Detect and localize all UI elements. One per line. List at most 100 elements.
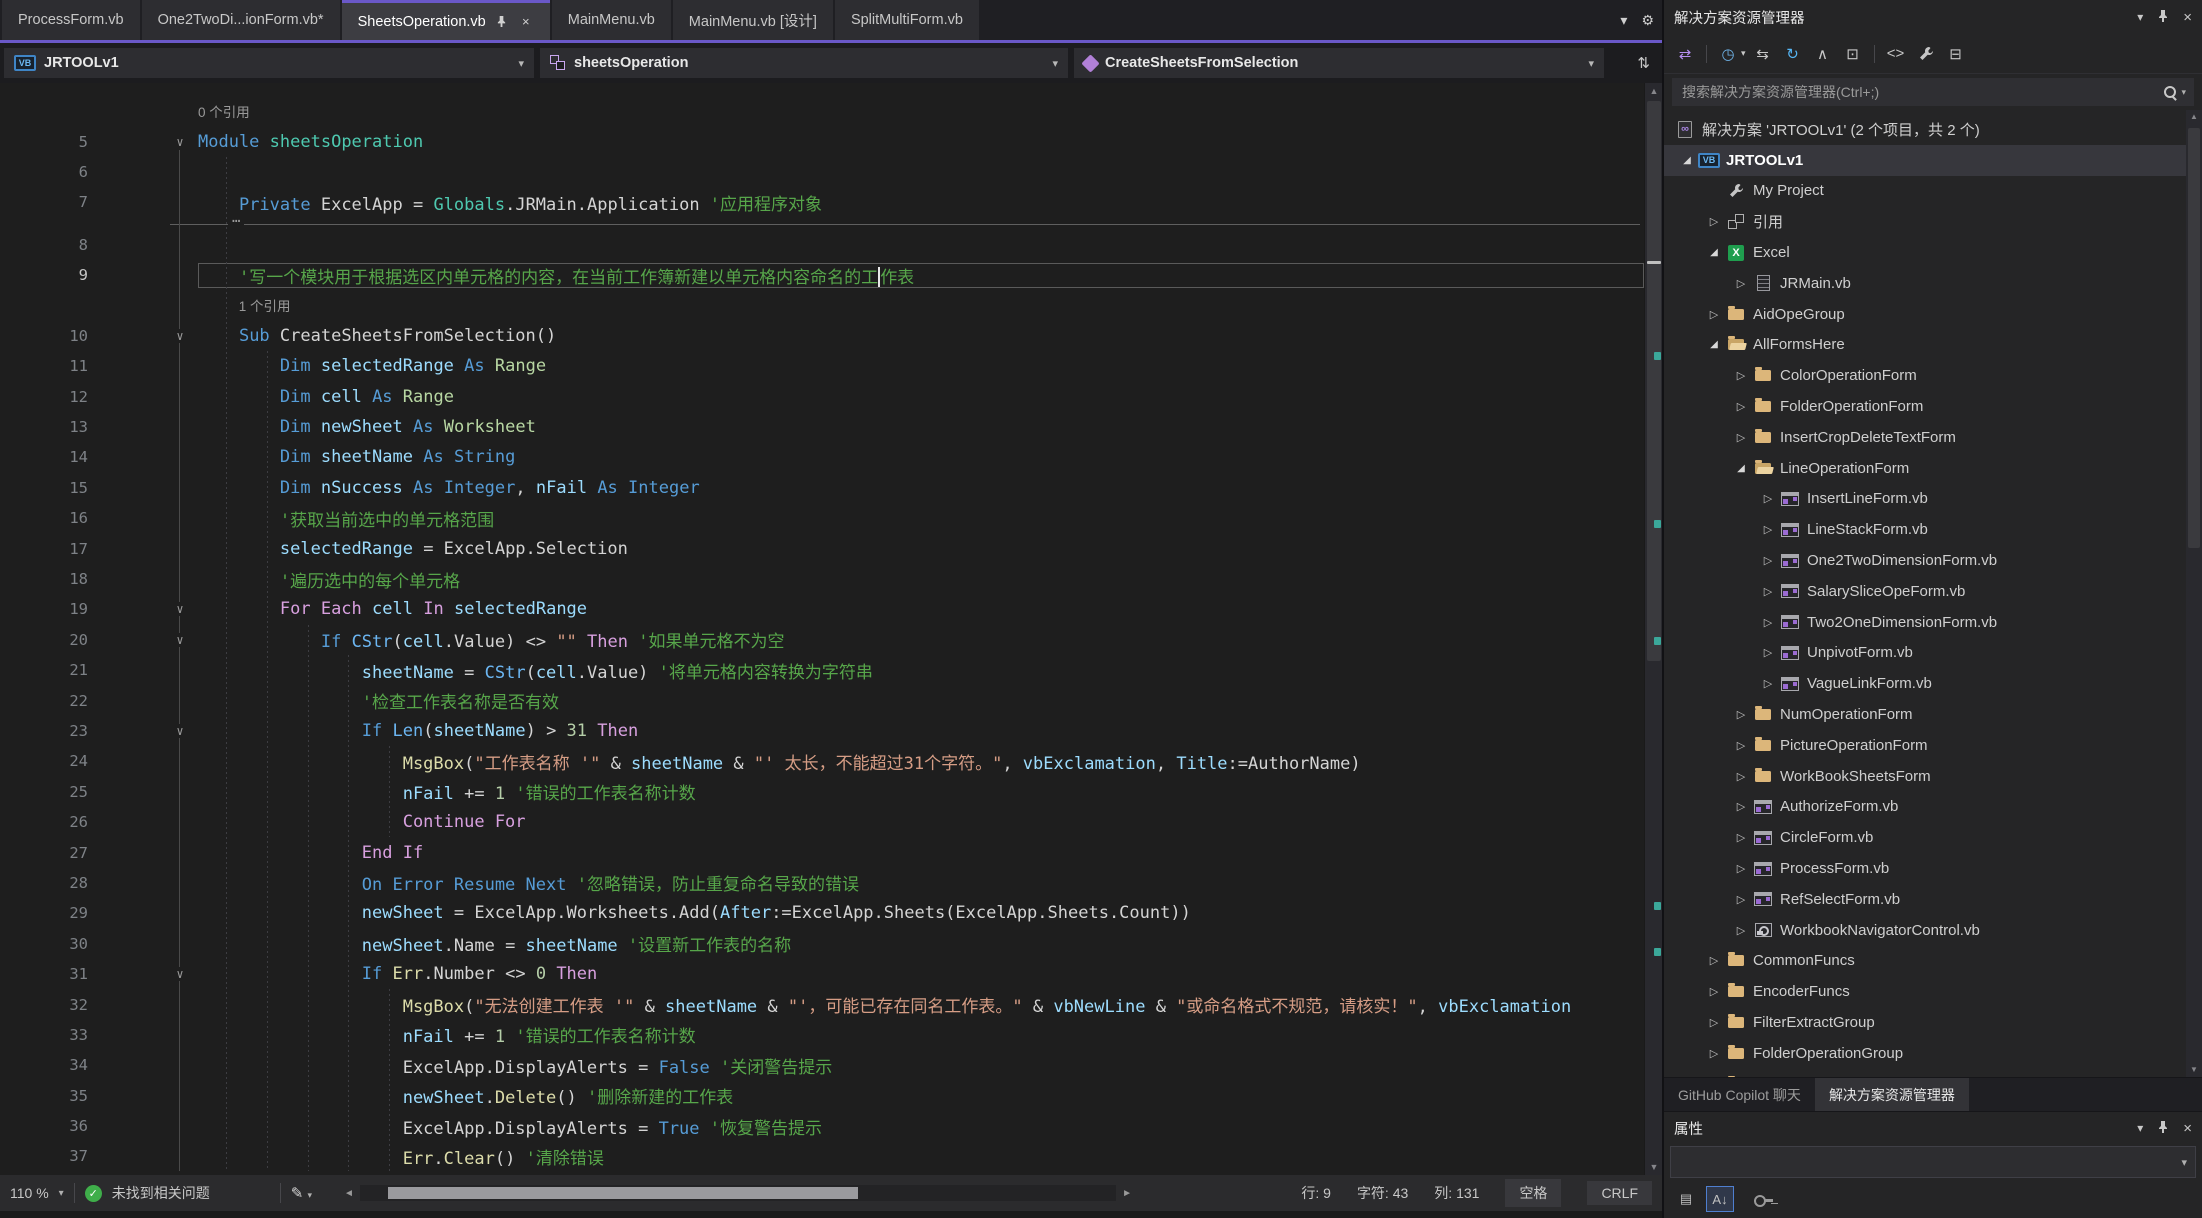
properties-object-combobox[interactable]: ▾ [1670, 1146, 2196, 1178]
document-tab[interactable]: One2TwoDi...ionForm.vb* [142, 0, 340, 40]
code-line[interactable]: 22 '检查工作表名称是否有效 [0, 685, 1644, 715]
tree-item-workbooksheetsform[interactable]: ▷WorkBookSheetsForm [1664, 761, 2202, 792]
code-editor[interactable]: 40 个引用5∨Module sheetsOperation67 Private… [0, 83, 1662, 1175]
fold-chevron-icon[interactable]: ∨ [174, 967, 185, 981]
document-tab[interactable]: MainMenu.vb [设计] [673, 0, 833, 40]
tree-item-circleform-vb[interactable]: ▷CircleForm.vb [1664, 822, 2202, 853]
tree-item-my-project[interactable]: My Project [1664, 176, 2202, 207]
tool-window-tab[interactable]: GitHub Copilot 聊天 [1664, 1078, 1815, 1111]
code-line[interactable]: 10∨ Sub CreateSheetsFromSelection() [0, 321, 1644, 351]
tree-item-unpivotform-vb[interactable]: ▷UnpivotForm.vb [1664, 638, 2202, 669]
code-line[interactable]: 31∨ If Err.Number <> 0 Then [0, 959, 1644, 989]
collapse-arrow-icon[interactable]: ◢ [1676, 155, 1698, 166]
close-icon[interactable]: × [2183, 9, 2192, 26]
code-line[interactable]: 27 End If [0, 837, 1644, 867]
scroll-up-arrow-icon[interactable]: ▲ [2186, 110, 2202, 124]
expand-arrow-icon[interactable]: ▷ [1757, 677, 1779, 690]
tree-item-authorizeform-vb[interactable]: ▷AuthorizeForm.vb [1664, 792, 2202, 823]
copilot-pen-icon[interactable]: ✎ ▾ [291, 1184, 312, 1202]
wrench-icon[interactable] [1913, 42, 1939, 66]
pin-icon[interactable] [2157, 1120, 2169, 1137]
expand-arrow-icon[interactable]: ▷ [1757, 616, 1779, 629]
scroll-down-arrow-icon[interactable]: ▼ [1645, 1159, 1662, 1175]
code-line[interactable]: 26 Continue For [0, 807, 1644, 837]
tree-item-folderoperationgroup[interactable]: ▷FolderOperationGroup [1664, 1038, 2202, 1069]
code-line[interactable]: 11 Dim selectedRange As Range [0, 351, 1644, 381]
scrollbar-thumb[interactable] [2188, 128, 2200, 548]
code-line[interactable]: 32 MsgBox("无法创建工作表 '" & sheetName & "'，可… [0, 989, 1644, 1019]
zoom-level-dropdown[interactable]: 110 % ▾ [10, 1185, 64, 1201]
scrollbar-thumb[interactable] [388, 1187, 858, 1199]
code-line[interactable]: 34 ExcelApp.DisplayAlerts = False '关闭警告提… [0, 1050, 1644, 1080]
codelens-row[interactable]: 0 个引用 [0, 96, 1644, 126]
expand-arrow-icon[interactable]: ▷ [1757, 523, 1779, 536]
expand-arrow-icon[interactable]: ▷ [1730, 831, 1752, 844]
tree-item-vaguelinkform-vb[interactable]: ▷VagueLinkForm.vb [1664, 668, 2202, 699]
expand-arrow-icon[interactable]: ▷ [1730, 924, 1752, 937]
expand-arrow-icon[interactable]: ▷ [1757, 492, 1779, 505]
code-line[interactable]: 9 '写一个模块用于根据选区内单元格的内容，在当前工作簿新建以单元格内容命名的工… [0, 260, 1644, 290]
tree-item-two2onedimensionform-vb[interactable]: ▷Two2OneDimensionForm.vb [1664, 607, 2202, 638]
tree-item-filterextractgroup[interactable]: ▷FilterExtractGroup [1664, 1007, 2202, 1038]
alphabetical-sort-button[interactable]: A↓ [1706, 1186, 1734, 1212]
fold-chevron-icon[interactable]: ∨ [174, 724, 185, 738]
tree-item-allformshere[interactable]: ◢AllFormsHere [1664, 330, 2202, 361]
project-dropdown[interactable]: VB JRTOOLv1 ▾ [4, 48, 534, 78]
codelens-references[interactable]: 1 个引用 [198, 299, 291, 314]
code-line[interactable]: 33 nFail += 1 '错误的工作表名称计数 [0, 1020, 1644, 1050]
code-line[interactable]: 17 selectedRange = ExcelApp.Selection [0, 533, 1644, 563]
expand-arrow-icon[interactable]: ▷ [1703, 954, 1725, 967]
code-line[interactable]: 12 Dim cell As Range [0, 382, 1644, 412]
code-line[interactable]: 6 [0, 157, 1644, 187]
code-line[interactable]: 21 sheetName = CStr(cell.Value) '将单元格内容转… [0, 655, 1644, 685]
close-icon[interactable]: × [2183, 1120, 2192, 1137]
code-line[interactable]: 4 [0, 83, 1644, 96]
search-input[interactable] [1680, 83, 2159, 101]
collapse-arrow-icon[interactable]: ◢ [1703, 247, 1725, 258]
scroll-left-arrow-icon[interactable]: ◄ [338, 1188, 360, 1199]
code-line[interactable]: 16 '获取当前选中的单元格范围 [0, 503, 1644, 533]
property-pages-key-button[interactable] [1748, 1186, 1776, 1212]
pin-tab-icon[interactable] [494, 14, 510, 30]
expand-arrow-icon[interactable]: ▷ [1703, 215, 1725, 228]
code-line[interactable]: 18 '遍历选中的每个单元格 [0, 564, 1644, 594]
code-line[interactable]: … [0, 218, 1644, 230]
code-line[interactable]: 30 newSheet.Name = sheetName '设置新工作表的名称 [0, 929, 1644, 959]
switch-views-icon[interactable]: ⇄ [1672, 42, 1698, 66]
tree-item-salarysliceopeform-vb[interactable]: ▷SalarySliceOpeForm.vb [1664, 576, 2202, 607]
code-line[interactable]: 20∨ If CStr(cell.Value) <> "" Then '如果单元… [0, 625, 1644, 655]
view-code-icon[interactable]: <> [1883, 42, 1909, 66]
tree-scrollbar[interactable]: ▲ ▼ [2186, 110, 2202, 1077]
scrollbar-thumb[interactable] [1647, 101, 1661, 661]
expand-arrow-icon[interactable]: ▷ [1730, 277, 1752, 290]
code-line[interactable]: 37 Err.Clear() '清除错误 [0, 1141, 1644, 1171]
member-dropdown[interactable]: CreateSheetsFromSelection ▾ [1074, 48, 1604, 78]
horizontal-scrollbar[interactable]: ◄ ► [338, 1184, 1138, 1202]
tree-item-folderoperationform[interactable]: ▷FolderOperationForm [1664, 391, 2202, 422]
expand-arrow-icon[interactable]: ▷ [1703, 1047, 1725, 1060]
window-position-chevron-icon[interactable]: ▾ [2137, 1121, 2143, 1135]
tree-item-one2twodimensionform-vb[interactable]: ▷One2TwoDimensionForm.vb [1664, 545, 2202, 576]
pending-changes-filter-icon[interactable]: ◷ [1715, 42, 1741, 66]
code-line[interactable]: 28 On Error Resume Next '忽略错误，防止重复命名导致的错… [0, 868, 1644, 898]
tab-overflow-chevron-icon[interactable]: ▾ [1620, 12, 1627, 29]
expand-arrow-icon[interactable]: ▷ [1757, 646, 1779, 659]
document-tab[interactable]: ProcessForm.vb [2, 0, 140, 40]
tree-item-jrmain-vb[interactable]: ▷JRMain.vb [1664, 268, 2202, 299]
collapsed-region-dots[interactable]: … [228, 210, 244, 226]
tree-item--jrtoolv1-2-2-[interactable]: ∞解决方案 'JRTOOLv1' (2 个项目，共 2 个) [1664, 114, 2202, 145]
expand-arrow-icon[interactable]: ▷ [1757, 585, 1779, 598]
expand-arrow-icon[interactable]: ▷ [1730, 739, 1752, 752]
split-editor-button[interactable]: ⇅ [1629, 54, 1658, 72]
expand-arrow-icon[interactable]: ▷ [1703, 985, 1725, 998]
categorized-view-button[interactable]: ▤ [1672, 1186, 1700, 1212]
collapse-arrow-icon[interactable]: ◢ [1730, 463, 1752, 474]
tree-item-lineoperationform[interactable]: ◢LineOperationForm [1664, 453, 2202, 484]
window-position-chevron-icon[interactable]: ▾ [2137, 10, 2143, 24]
codelens-references[interactable]: 0 个引用 [198, 105, 250, 120]
scroll-right-arrow-icon[interactable]: ► [1116, 1188, 1138, 1199]
tree-item-getcominfo[interactable]: ▷GetComInfo [1664, 1069, 2202, 1077]
fold-chevron-icon[interactable]: ∨ [174, 633, 185, 647]
tree-item-linestackform-vb[interactable]: ▷LineStackForm.vb [1664, 514, 2202, 545]
fold-chevron-icon[interactable]: ∨ [174, 135, 185, 149]
